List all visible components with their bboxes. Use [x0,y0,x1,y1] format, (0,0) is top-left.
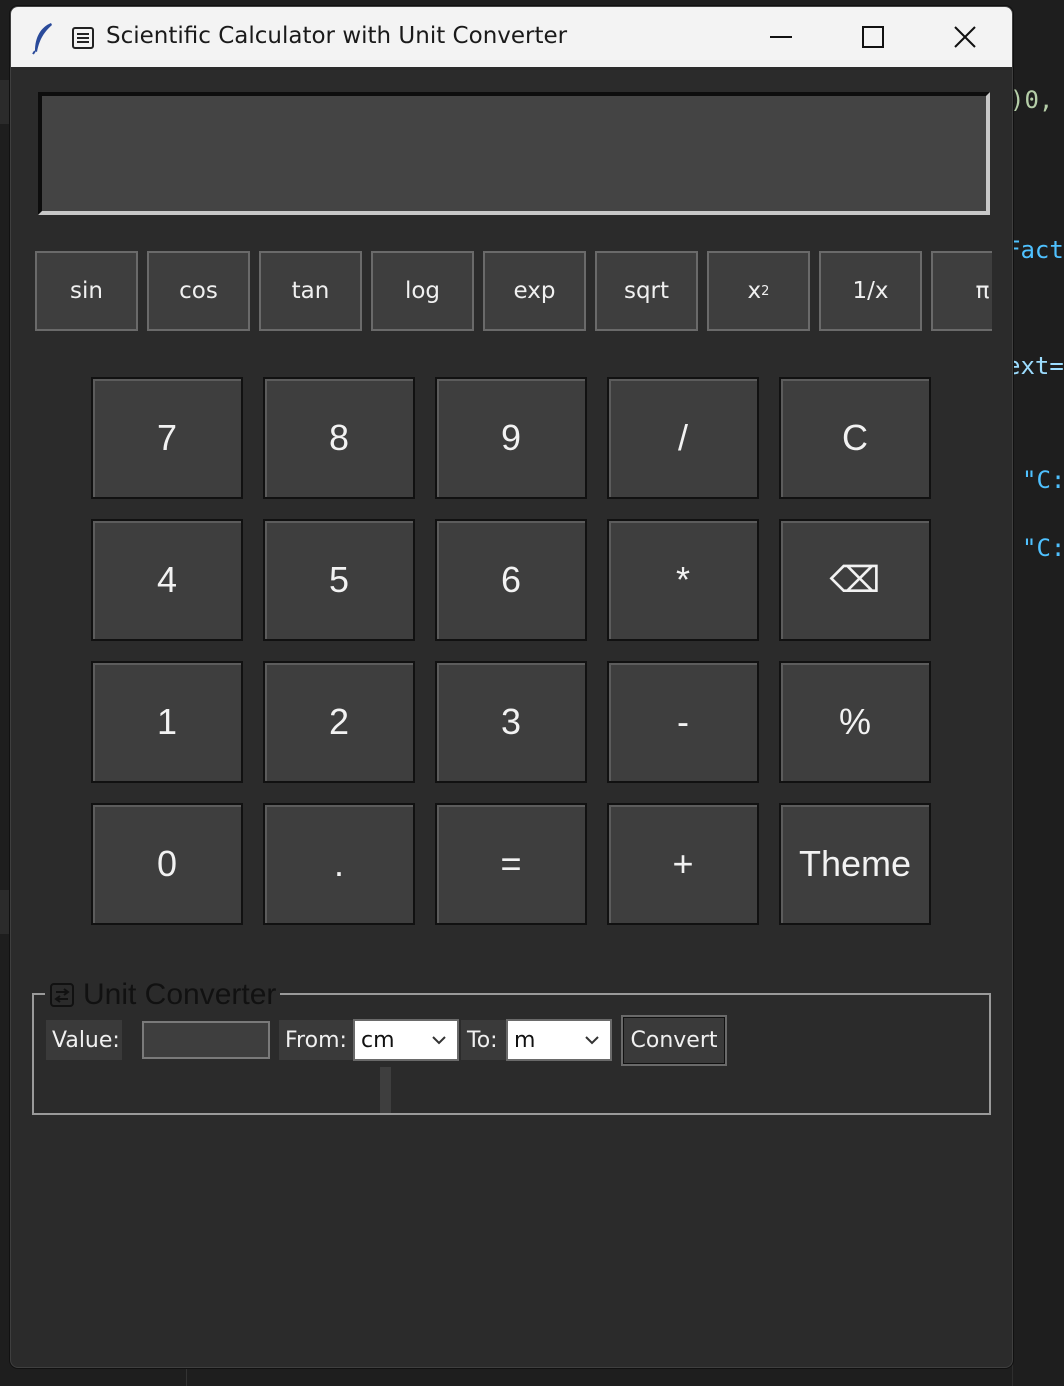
digit-3-button[interactable]: 3 [435,661,587,783]
convert-icon [50,983,74,1007]
square-button[interactable]: x2 [707,251,810,331]
from-unit-value: cm [361,1027,395,1053]
close-button[interactable] [919,7,1011,67]
multiply-button[interactable]: * [607,519,759,641]
minimize-icon [770,36,792,38]
window-title: Scientific Calculator with Unit Converte… [106,23,568,49]
background-editor-strip [0,80,10,124]
pi-button[interactable]: π [931,251,992,331]
equals-button[interactable]: = [435,803,587,925]
to-unit-value: m [514,1027,536,1053]
to-label: To: [461,1020,506,1060]
minimize-button[interactable] [735,7,827,67]
background-editor-strip [0,890,10,934]
digit-7-button[interactable]: 7 [91,377,243,499]
theme-button[interactable]: Theme [779,803,931,925]
to-unit-select[interactable]: m [506,1019,612,1061]
window-icon [72,27,94,49]
divide-button[interactable]: / [607,377,759,499]
background-divider [186,1366,187,1386]
digit-6-button[interactable]: 6 [435,519,587,641]
cos-button[interactable]: cos [147,251,250,331]
sqrt-button[interactable]: sqrt [595,251,698,331]
unit-converter-legend: Unit Converter [45,977,281,1013]
conversion-result [380,1067,391,1113]
from-label: From: [279,1020,353,1060]
backspace-button[interactable]: ⌫ [779,519,931,641]
calculator-window: Scientific Calculator with Unit Converte… [10,6,1013,1368]
digit-1-button[interactable]: 1 [91,661,243,783]
decimal-point-button[interactable]: . [263,803,415,925]
title-bar[interactable]: Scientific Calculator with Unit Converte… [11,7,1012,67]
digit-0-button[interactable]: 0 [91,803,243,925]
close-icon [954,26,976,48]
digit-4-button[interactable]: 4 [91,519,243,641]
log-button[interactable]: log [371,251,474,331]
tan-button[interactable]: tan [259,251,362,331]
square-exponent: 2 [761,283,770,299]
background-code-line: "C: [1022,534,1064,562]
chevron-down-icon [585,1036,599,1045]
background-code-line: Fact [1006,236,1064,264]
feather-icon [32,23,52,55]
from-unit-select[interactable]: cm [353,1019,459,1061]
maximize-button[interactable] [827,7,919,67]
clear-button[interactable]: C [779,377,931,499]
convert-button[interactable]: Convert [621,1015,727,1066]
subtract-button[interactable]: - [607,661,759,783]
background-code-line: "C: [1022,466,1064,494]
maximize-icon [862,26,884,48]
add-button[interactable]: + [607,803,759,925]
reciprocal-button[interactable]: 1/x [819,251,922,331]
exp-button[interactable]: exp [483,251,586,331]
calculator-display[interactable] [38,92,990,215]
scientific-function-row: sin cos tan log exp sqrt x2 1/x π [35,251,992,333]
square-base: x [747,278,762,304]
background-code-line: ext= [1006,352,1064,380]
percent-button[interactable]: % [779,661,931,783]
digit-2-button[interactable]: 2 [263,661,415,783]
unit-converter-title: Unit Converter [83,978,277,1011]
digit-9-button[interactable]: 9 [435,377,587,499]
digit-8-button[interactable]: 8 [263,377,415,499]
chevron-down-icon [432,1036,446,1045]
background-code-line: )0, [1010,86,1054,114]
value-input[interactable] [142,1021,270,1059]
value-label: Value: [46,1020,122,1060]
sin-button[interactable]: sin [35,251,138,331]
digit-5-button[interactable]: 5 [263,519,415,641]
